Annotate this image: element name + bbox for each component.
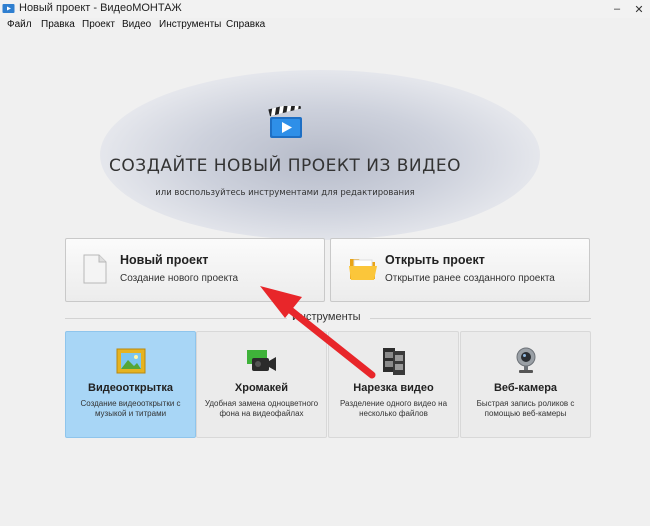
annotation-arrow-icon [260,286,376,379]
